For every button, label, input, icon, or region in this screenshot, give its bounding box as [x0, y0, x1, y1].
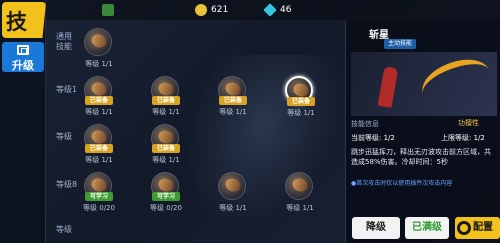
skill-slot[interactable]: 可学习 等级 0/20	[83, 172, 115, 212]
skill-slot[interactable]: 等级 1/1	[285, 172, 314, 212]
max-level-button[interactable]: 已满级	[405, 217, 449, 239]
current-level: 当前等级: 1/2	[351, 134, 395, 142]
skill-slot[interactable]: 已装备 等级 1/1	[151, 76, 180, 116]
max-level: 上限等级: 1/2	[441, 134, 485, 142]
skill-type-badge: 主动技能	[384, 39, 417, 49]
skill-level: 等级 1/1	[152, 156, 180, 164]
gear-icon	[457, 221, 471, 235]
skill-attribute-badge: 功擅性	[458, 119, 479, 127]
skill-level: 等级 1/1	[85, 156, 113, 164]
skill-level: 等级 1/1	[287, 109, 315, 117]
skill-level: 等级 1/1	[85, 108, 113, 116]
config-button-label: 配置	[473, 222, 493, 233]
skill-level: 等级 1/1	[286, 204, 314, 212]
downgrade-button[interactable]: 降级	[352, 217, 400, 239]
row-label-level-8: 等级8	[56, 180, 78, 189]
sidebar: 技能 升级	[0, 0, 46, 243]
learnable-tag: 可学习	[152, 192, 180, 201]
skill-slot[interactable]: 已装备 等级 1/1	[84, 124, 113, 164]
upgrade-icon	[17, 45, 29, 55]
skill-icon	[290, 175, 310, 195]
skill-icon	[223, 175, 243, 195]
skill-info-header: 技能信息	[351, 120, 379, 128]
skill-level: 等级 1/1	[219, 204, 247, 212]
row-label-level: 等级	[56, 132, 72, 141]
skill-description: 跳步迅猛挥刀，释出无刃波攻击前方区域，共造成58%伤害。冷却时间：5秒	[351, 148, 491, 166]
skill-slot-selected[interactable]: 已装备 等级 1/1	[285, 76, 315, 117]
equipped-tag: 已装备	[85, 96, 113, 105]
equipped-tag: 已装备	[152, 96, 180, 105]
skill-icon	[89, 31, 109, 51]
skill-slot[interactable]: 已装备 等级 1/1	[218, 76, 247, 116]
currency-bar: 621 46	[46, 0, 500, 20]
skill-slot[interactable]: 已装备 等级 1/1	[84, 76, 113, 116]
gold-coin-icon	[195, 4, 207, 16]
skill-level: 等级 0/20	[150, 204, 182, 212]
row-label-level-1: 等级1	[56, 85, 78, 94]
cash-icon	[102, 4, 114, 16]
equipped-tag: 已装备	[152, 144, 180, 153]
slash-effect	[416, 52, 496, 113]
equipped-tag: 已装备	[219, 96, 247, 105]
tab-upgrade-label: 升级	[12, 59, 34, 72]
skill-slot[interactable]: 已装备 等级 1/1	[151, 124, 180, 164]
skill-level: 等级 1/1	[219, 108, 247, 116]
equipped-tag: 已装备	[85, 144, 113, 153]
title-badge: 技能	[2, 2, 46, 38]
skill-level: 等级 0/20	[83, 204, 115, 212]
skill-slot[interactable]: 等级 1/1	[84, 28, 113, 68]
skill-level: 等级 1/1	[152, 108, 180, 116]
diamond-icon	[263, 3, 277, 17]
skill-level: 等级 1/1	[85, 60, 113, 68]
character-figure	[377, 66, 399, 108]
row-label-general: 通用技能	[56, 32, 72, 51]
skill-detail-panel: 斩星 主动技能 技能信息 功擅性 当前等级: 1/2 上限等级: 1/2 跳步迅…	[345, 20, 500, 243]
currency-diamond-value: 46	[280, 5, 292, 15]
config-button[interactable]: 配置	[455, 217, 500, 239]
skill-preview	[351, 52, 497, 116]
skill-slot[interactable]: 可学习 等级 0/20	[150, 172, 182, 212]
currency-gold-value: 621	[211, 5, 229, 15]
equipped-tag: 已装备	[287, 97, 315, 106]
skill-note: ●首次攻击时仅以使用插件次攻击内容	[351, 180, 453, 187]
learnable-tag: 可学习	[85, 192, 113, 201]
tab-upgrade[interactable]: 升级	[2, 42, 44, 72]
skill-slot[interactable]: 等级 1/1	[218, 172, 247, 212]
row-label-level-next: 等级	[56, 225, 72, 234]
